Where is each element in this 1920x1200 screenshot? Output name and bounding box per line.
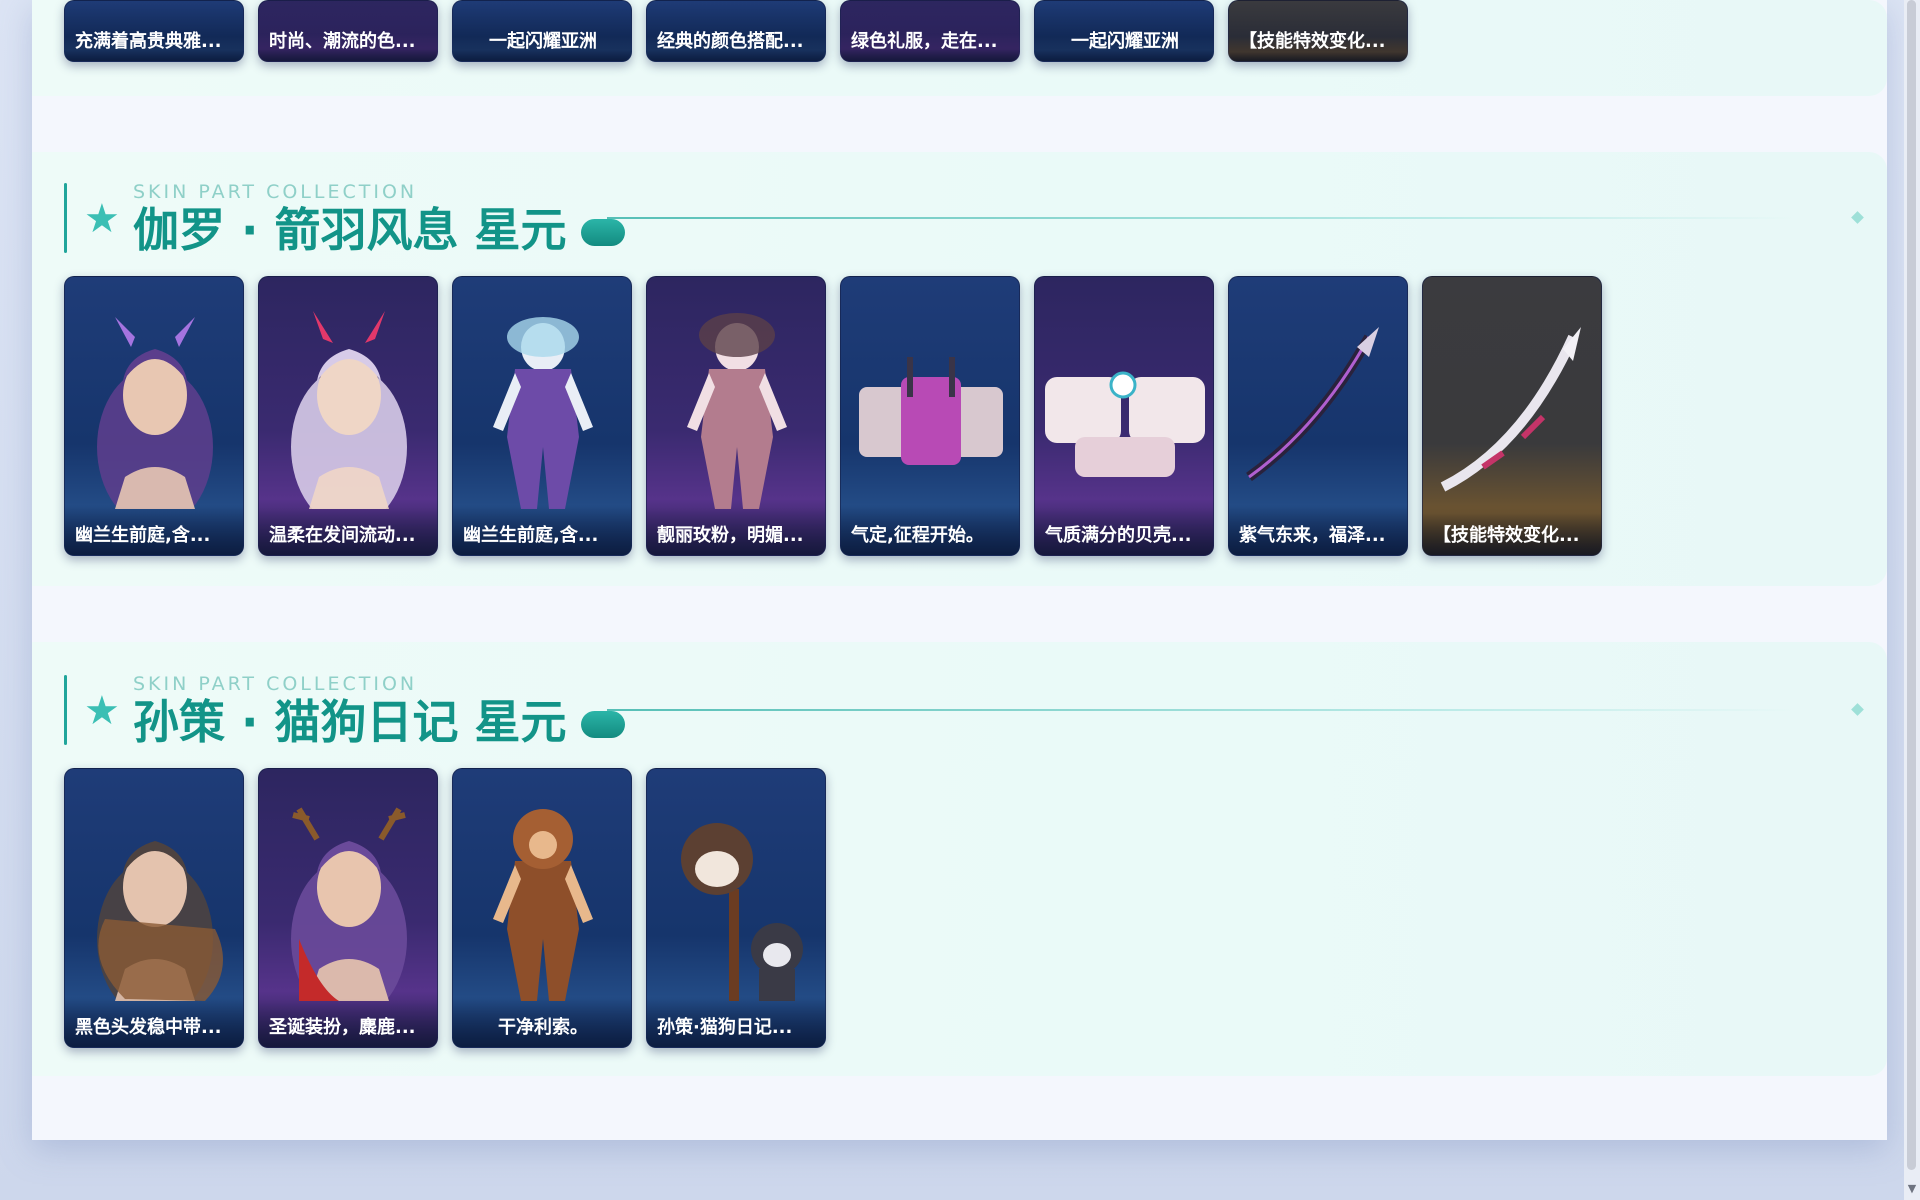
skin-card[interactable]: 紫气东来，福泽... [1228, 276, 1408, 556]
reindeer-antler-head-icon [259, 769, 437, 1019]
skin-card[interactable]: 时尚、潮流的色... [258, 0, 438, 62]
skin-card[interactable]: 【技能特效变化... [1228, 0, 1408, 62]
header-divider-line [607, 709, 1797, 711]
diamond-icon [1851, 211, 1864, 224]
skin-card[interactable]: 幽兰生前庭,含... [452, 276, 632, 556]
skin-card[interactable]: 气质满分的贝壳... [1034, 276, 1214, 556]
dog-ear-head-icon [65, 769, 243, 1019]
section-header-2: ★ SKIN PART COLLECTION 孙策 · 猫狗日记 星元 [64, 673, 1864, 749]
bow-weapon-icon [1229, 277, 1407, 509]
skin-card-label: 幽兰生前庭,含... [453, 507, 631, 555]
skin-card-label: 黑色头发稳中带... [65, 999, 243, 1047]
section-header-1: ★ SKIN PART COLLECTION 伽罗 · 箭羽风息 星元 [64, 181, 1864, 257]
skin-card[interactable]: 一起闪耀亚洲 [1034, 0, 1214, 62]
toggle-pill-icon[interactable] [580, 711, 625, 738]
skin-card-label: 气定,征程开始。 [841, 507, 1019, 555]
skin-card[interactable]: 气定,征程开始。 [840, 276, 1020, 556]
skin-card-label: 绿色礼服，走在... [841, 1, 1019, 61]
diamond-icon [1851, 703, 1864, 716]
skin-card-label: 干净利索。 [453, 999, 631, 1047]
dog-companion-icon [647, 769, 825, 1001]
outfit-body-icon [453, 277, 631, 509]
skin-card[interactable]: 经典的颜色搭配... [646, 0, 826, 62]
skin-card-label: 温柔在发间流动... [259, 507, 437, 555]
skin-card[interactable]: 靓丽玫粉，明媚... [646, 276, 826, 556]
header-divider-line [607, 217, 1797, 219]
skin-card[interactable]: 一起闪耀亚洲 [452, 0, 632, 62]
backpack-icon [841, 277, 1019, 509]
white-hair-head-icon [259, 277, 437, 527]
section-subtitle: SKIN PART COLLECTION [133, 181, 418, 203]
skin-card-label: 幽兰生前庭,含... [65, 507, 243, 555]
accessory-icon [1035, 277, 1213, 509]
scroll-down-arrow-icon[interactable]: ▼ [1905, 1182, 1919, 1196]
toggle-pill-icon[interactable] [580, 219, 625, 246]
skin-card-label: 气质满分的贝壳... [1035, 507, 1213, 555]
skin-card-label: 【技能特效变化... [1229, 1, 1407, 61]
section-subtitle: SKIN PART COLLECTION [133, 673, 418, 695]
skin-card[interactable]: 孙策·猫狗日记... [646, 768, 826, 1048]
skin-card-label: 一起闪耀亚洲 [453, 1, 631, 61]
section-title: 孙策 · 猫狗日记 星元 [133, 695, 567, 749]
purple-hair-head-icon [65, 277, 243, 527]
hoodie-body-icon [453, 769, 631, 1001]
star-icon: ★ [84, 688, 120, 734]
skin-card-label: 经典的颜色搭配... [647, 1, 825, 61]
star-icon: ★ [84, 196, 120, 242]
skin-card[interactable]: 幽兰生前庭,含... [64, 276, 244, 556]
scrollbar-thumb[interactable] [1907, 0, 1916, 1170]
header-accent-bar [64, 675, 67, 745]
skin-card[interactable]: 干净利索。 [452, 768, 632, 1048]
skin-card-label: 圣诞装扮，麋鹿... [259, 999, 437, 1047]
pink-outfit-body-icon [647, 277, 825, 509]
skin-card-label: 孙策·猫狗日记... [647, 999, 825, 1047]
white-bow-weapon-icon [1423, 277, 1601, 509]
skin-card-label: 紫气东来，福泽... [1229, 507, 1407, 555]
skin-card-label: 充满着高贵典雅... [65, 1, 243, 61]
header-accent-bar [64, 183, 67, 253]
skin-card-label: 时尚、潮流的色... [259, 1, 437, 61]
skin-card[interactable]: 【技能特效变化... [1422, 276, 1602, 556]
skin-card[interactable]: 黑色头发稳中带... [64, 768, 244, 1048]
skin-card[interactable]: 圣诞装扮，麋鹿... [258, 768, 438, 1048]
skin-card-label: 一起闪耀亚洲 [1035, 1, 1213, 61]
skin-card[interactable]: 充满着高贵典雅... [64, 0, 244, 62]
skin-card-label: 靓丽玫粉，明媚... [647, 507, 825, 555]
skin-card-label: 【技能特效变化... [1423, 507, 1601, 555]
section-title: 伽罗 · 箭羽风息 星元 [133, 203, 567, 257]
skin-card[interactable]: 绿色礼服，走在... [840, 0, 1020, 62]
skin-card[interactable]: 温柔在发间流动... [258, 276, 438, 556]
